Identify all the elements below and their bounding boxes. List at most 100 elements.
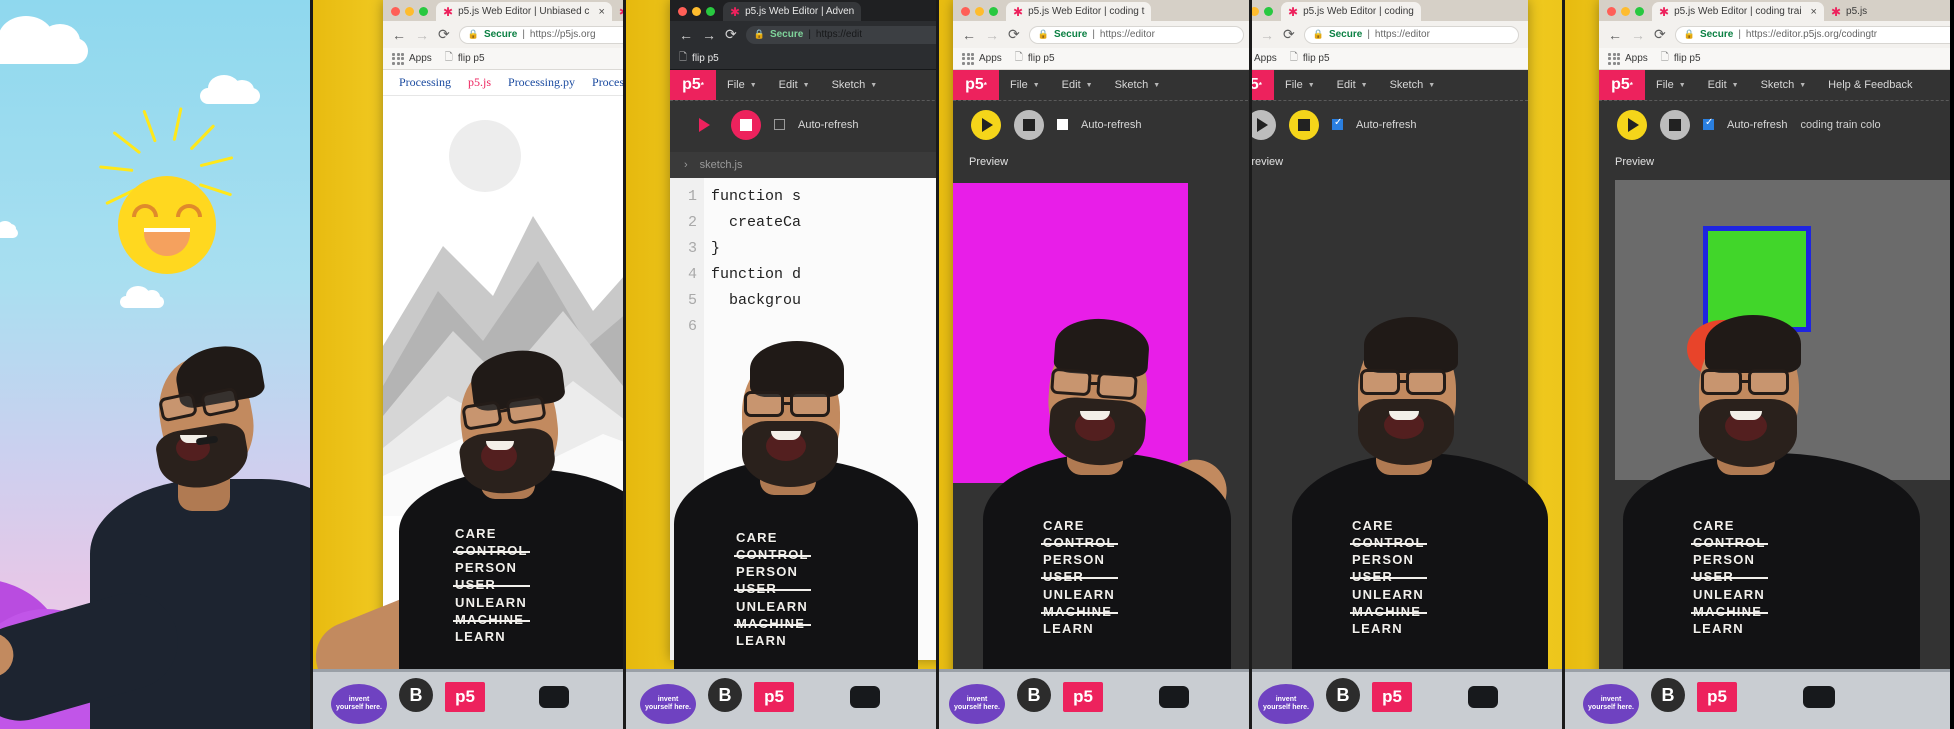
forward-icon[interactable]: → — [1631, 27, 1645, 43]
sketch-name[interactable]: coding train colo — [1801, 119, 1881, 131]
minimize-window-dot[interactable] — [1252, 7, 1259, 16]
close-window-dot[interactable] — [678, 7, 687, 16]
reload-icon[interactable]: ⟳ — [725, 26, 737, 43]
maximize-window-dot[interactable] — [706, 7, 715, 16]
forward-icon[interactable]: → — [1260, 27, 1274, 43]
browser-tab[interactable]: ✱ p5.js Web Editor | Adven — [723, 2, 862, 21]
reload-icon[interactable]: ⟳ — [1008, 26, 1020, 43]
bookmark-apps[interactable]: Apps — [392, 52, 432, 65]
p5-logo[interactable]: p5* — [1252, 70, 1274, 100]
browser-tab[interactable]: ✱ p5.js — [1824, 2, 1874, 21]
maximize-window-dot[interactable] — [419, 7, 428, 16]
menu-edit[interactable]: Edit ▼ — [1326, 79, 1379, 91]
forward-icon[interactable]: → — [415, 27, 429, 43]
close-icon[interactable]: × — [1811, 6, 1817, 18]
autorefresh-checkbox[interactable] — [1703, 117, 1714, 130]
reload-icon[interactable]: ⟳ — [1654, 26, 1666, 43]
close-icon[interactable]: × — [598, 6, 604, 18]
reload-icon[interactable]: ⟳ — [1283, 26, 1295, 43]
nav-processing[interactable]: Processing — [399, 75, 451, 90]
menu-help-feedback[interactable]: Help & Feedback — [1817, 79, 1923, 91]
bookmark-flip-p5[interactable]: 🗋 flip p5 — [1015, 50, 1055, 67]
p5-logo[interactable]: p5* — [953, 70, 999, 100]
browser-tab[interactable]: ✱ — [612, 2, 623, 21]
address-bar[interactable]: 🔒 Secure | https://edit — [745, 25, 936, 44]
forward-icon[interactable]: → — [985, 27, 999, 43]
browser-tabstrip: ✱ p5.js Web Editor | coding — [1252, 0, 1528, 21]
close-window-dot[interactable] — [1607, 7, 1616, 16]
menu-file[interactable]: File ▼ — [1274, 79, 1326, 91]
wristwatch — [1159, 686, 1189, 708]
minimize-window-dot[interactable] — [1621, 7, 1630, 16]
browser-tab[interactable]: ✱ p5.js Web Editor | coding t — [1006, 2, 1152, 21]
back-icon[interactable]: ← — [1608, 27, 1622, 43]
stop-button[interactable] — [731, 109, 761, 140]
chevron-right-icon[interactable]: › — [684, 159, 688, 171]
back-icon[interactable]: ← — [679, 27, 693, 43]
minimize-window-dot[interactable] — [975, 7, 984, 16]
browser-tab[interactable]: ✱ p5.js Web Editor | coding — [1281, 2, 1421, 21]
menu-sketch[interactable]: Sketch ▼ — [821, 79, 889, 91]
bookmark-apps[interactable]: Apps — [1608, 52, 1648, 65]
panel-3-p5-editor-code: ✱ p5.js Web Editor | Adven ← → ⟳ 🔒 Secur… — [626, 0, 936, 729]
stop-button[interactable] — [1014, 109, 1044, 140]
nav-processing-2[interactable]: Processing — [592, 75, 623, 90]
p5-logo[interactable]: p5* — [1599, 70, 1645, 100]
forward-icon[interactable]: → — [702, 27, 716, 43]
bookmark-flip-p5[interactable]: 🗋 flip p5 — [1661, 50, 1701, 67]
autorefresh-checkbox[interactable] — [1057, 119, 1068, 130]
menu-edit[interactable]: Edit ▼ — [768, 79, 821, 91]
minimize-window-dot[interactable] — [405, 7, 414, 16]
bookmark-apps[interactable]: Apps — [1252, 53, 1277, 65]
menu-edit[interactable]: Edit ▼ — [1051, 79, 1104, 91]
bookmark-flip-p5[interactable]: 🗋 flip p5 — [679, 50, 719, 67]
menu-edit[interactable]: Edit ▼ — [1697, 79, 1750, 91]
stop-button[interactable] — [1660, 109, 1690, 140]
minimize-window-dot[interactable] — [692, 7, 701, 16]
menu-file[interactable]: File ▼ — [999, 79, 1051, 91]
window-controls[interactable] — [959, 7, 1006, 21]
window-controls[interactable] — [1252, 7, 1281, 21]
p5-star-icon: ✱ — [1013, 4, 1024, 19]
play-button[interactable] — [1252, 109, 1276, 140]
browser-tab[interactable]: ✱ p5.js Web Editor | coding trai × — [1652, 2, 1824, 21]
menu-file[interactable]: File ▼ — [716, 79, 768, 91]
maximize-window-dot[interactable] — [1635, 7, 1644, 16]
menu-sketch[interactable]: Sketch ▼ — [1104, 79, 1172, 91]
window-controls[interactable] — [389, 7, 436, 21]
bookmark-flip-p5[interactable]: 🗋 flip p5 — [1290, 50, 1330, 67]
laptop-lid: invent yourself here. B p5 — [1252, 669, 1562, 729]
menu-file[interactable]: File ▼ — [1645, 79, 1697, 91]
p5-logo[interactable]: p5* — [670, 70, 716, 100]
menu-sketch[interactable]: Sketch ▼ — [1379, 79, 1447, 91]
bookmark-flip-p5[interactable]: 🗋 flip p5 — [445, 50, 485, 67]
close-window-dot[interactable] — [961, 7, 970, 16]
play-button[interactable] — [1617, 109, 1647, 140]
address-bar[interactable]: 🔒 Secure | https://editor — [1028, 25, 1244, 44]
stop-button[interactable] — [1289, 109, 1319, 140]
reload-icon[interactable]: ⟳ — [438, 26, 450, 43]
autorefresh-checkbox[interactable] — [774, 119, 785, 130]
autorefresh-checkbox[interactable] — [1332, 117, 1343, 130]
p5-editor-menubar: p5* File▼ Edit▼ Sketch▼ — [953, 70, 1249, 100]
close-window-dot[interactable] — [391, 7, 400, 16]
nav-processing-py[interactable]: Processing.py — [508, 75, 575, 90]
bookmark-apps[interactable]: Apps — [962, 52, 1002, 65]
back-icon[interactable]: ← — [392, 27, 406, 43]
window-controls[interactable] — [676, 7, 723, 21]
address-bar[interactable]: 🔒 Secure | https://editor.p5js.org/codin… — [1674, 25, 1950, 44]
back-icon[interactable]: ← — [962, 27, 976, 43]
address-bar[interactable]: 🔒 Secure | https://p5js.org — [458, 25, 623, 44]
menu-sketch[interactable]: Sketch ▼ — [1750, 79, 1818, 91]
browser-tab[interactable]: ✱ p5.js Web Editor | Unbiased c × — [436, 2, 612, 21]
maximize-window-dot[interactable] — [989, 7, 998, 16]
window-controls[interactable] — [1605, 7, 1652, 21]
address-bar[interactable]: 🔒 Secure | https://editor — [1303, 25, 1519, 44]
play-button[interactable] — [971, 109, 1001, 140]
tshirt-text: CARE CONTROL PERSON USER UNLEARN MACHINE… — [1350, 518, 1427, 636]
play-button[interactable] — [688, 110, 718, 140]
preview-label: Preview — [969, 156, 1009, 168]
maximize-window-dot[interactable] — [1264, 7, 1273, 16]
file-tab-sketch-js[interactable]: sketch.js — [700, 159, 743, 171]
nav-p5js[interactable]: p5.js — [468, 75, 491, 90]
